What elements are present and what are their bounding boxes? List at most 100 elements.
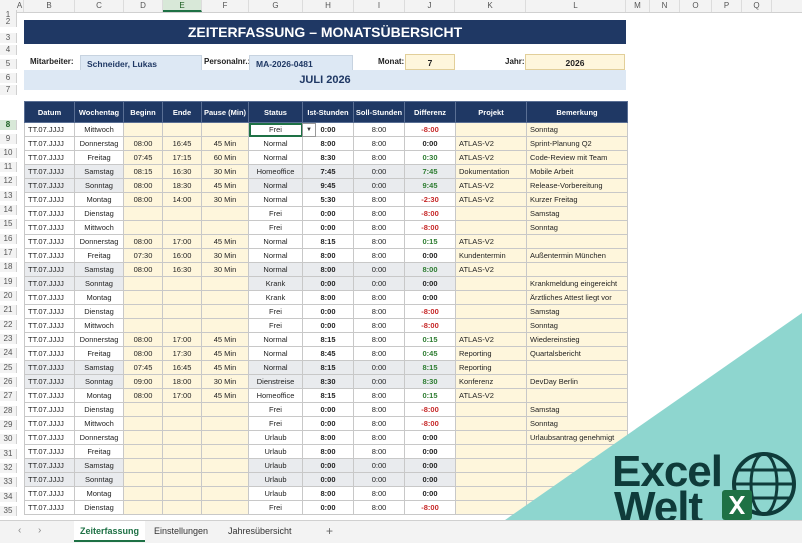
row-header-33[interactable]: 33 <box>0 477 17 487</box>
table-cell[interactable] <box>123 318 163 333</box>
table-cell[interactable]: 8:00 <box>353 234 405 249</box>
table-cell[interactable]: ATLAS-V2 <box>455 262 527 277</box>
row-header-18[interactable]: 18 <box>0 262 17 272</box>
table-cell[interactable]: 0:15 <box>404 234 456 249</box>
table-cell[interactable]: ATLAS-V2 <box>455 192 527 207</box>
table-cell[interactable]: -8:00 <box>404 416 456 431</box>
table-cell[interactable] <box>526 234 628 249</box>
table-cell[interactable]: Homeoffice <box>248 388 303 403</box>
table-cell[interactable]: Sprint-Planung Q2 <box>526 136 628 151</box>
column-header-d[interactable]: D <box>124 0 163 12</box>
table-cell[interactable]: Freitag <box>74 444 124 459</box>
table-cell[interactable]: 16:30 <box>162 262 202 277</box>
table-cell[interactable]: Urlaub <box>248 472 303 487</box>
table-cell[interactable]: 30 Min <box>201 262 249 277</box>
table-cell[interactable] <box>162 458 202 473</box>
table-cell[interactable]: -8:00 <box>404 500 456 515</box>
table-cell[interactable]: Samstag <box>74 164 124 179</box>
table-cell[interactable]: 8:00 <box>302 248 354 263</box>
table-cell[interactable]: ATLAS-V2 <box>455 150 527 165</box>
table-cell[interactable]: 08:00 <box>123 178 163 193</box>
table-cell[interactable] <box>123 416 163 431</box>
table-cell[interactable]: 8:30 <box>404 374 456 389</box>
table-cell[interactable]: 8:00 <box>353 150 405 165</box>
table-cell[interactable]: TT.07.JJJJ <box>24 262 75 277</box>
row-header-14[interactable]: 14 <box>0 205 17 215</box>
table-cell[interactable]: 8:00 <box>353 304 405 319</box>
row-header-23[interactable]: 23 <box>0 334 17 344</box>
column-header-c[interactable]: C <box>75 0 124 12</box>
table-cell[interactable]: 0:00 <box>302 416 354 431</box>
table-cell[interactable]: Frei <box>248 220 303 235</box>
table-cell[interactable]: Dienstag <box>74 206 124 221</box>
table-cell[interactable]: 8:00 <box>353 122 405 137</box>
table-cell[interactable]: Montag <box>74 192 124 207</box>
table-cell[interactable]: Normal <box>248 360 303 375</box>
table-cell[interactable]: Montag <box>74 486 124 501</box>
table-cell[interactable] <box>123 458 163 473</box>
table-cell[interactable]: -8:00 <box>404 206 456 221</box>
table-cell[interactable] <box>162 122 202 137</box>
table-cell[interactable] <box>123 220 163 235</box>
table-cell[interactable]: 0:15 <box>404 388 456 403</box>
table-cell[interactable]: 16:45 <box>162 360 202 375</box>
column-header-i[interactable]: I <box>354 0 405 12</box>
table-cell[interactable]: 0:00 <box>302 458 354 473</box>
table-cell[interactable]: Normal <box>248 346 303 361</box>
row-header-4[interactable]: 4 <box>0 45 17 55</box>
table-cell[interactable]: 0:00 <box>404 290 456 305</box>
table-cell[interactable]: 8:45 <box>302 346 354 361</box>
table-cell[interactable]: 8:15 <box>404 360 456 375</box>
table-cell[interactable]: Frei <box>248 402 303 417</box>
table-cell[interactable]: 8:00 <box>302 430 354 445</box>
table-cell[interactable]: 8:00 <box>353 402 405 417</box>
table-cell[interactable]: TT.07.JJJJ <box>24 444 75 459</box>
table-cell[interactable]: 8:00 <box>353 206 405 221</box>
table-cell[interactable]: TT.07.JJJJ <box>24 192 75 207</box>
table-cell[interactable] <box>201 458 249 473</box>
table-cell[interactable]: TT.07.JJJJ <box>24 136 75 151</box>
table-cell[interactable]: Dienstreise <box>248 374 303 389</box>
table-cell[interactable]: 18:00 <box>162 374 202 389</box>
table-cell[interactable]: 8:00 <box>302 444 354 459</box>
table-cell[interactable]: Donnerstag <box>74 430 124 445</box>
table-cell[interactable]: Montag <box>74 290 124 305</box>
table-cell[interactable] <box>162 318 202 333</box>
column-header-b[interactable]: B <box>24 0 75 12</box>
table-cell[interactable] <box>526 262 628 277</box>
table-cell[interactable]: Normal <box>248 234 303 249</box>
table-cell[interactable]: 8:15 <box>302 388 354 403</box>
table-cell[interactable]: TT.07.JJJJ <box>24 374 75 389</box>
table-cell[interactable]: TT.07.JJJJ <box>24 304 75 319</box>
row-header-20[interactable]: 20 <box>0 291 17 301</box>
table-cell[interactable]: ATLAS-V2 <box>455 234 527 249</box>
row-header-10[interactable]: 10 <box>0 148 17 158</box>
table-cell[interactable]: Außentermin München <box>526 248 628 263</box>
table-cell[interactable]: 8:00 <box>353 136 405 151</box>
table-cell[interactable]: 08:00 <box>123 262 163 277</box>
table-cell[interactable]: 0:00 <box>404 472 456 487</box>
table-cell[interactable] <box>201 304 249 319</box>
table-cell[interactable] <box>162 276 202 291</box>
table-cell[interactable]: TT.07.JJJJ <box>24 458 75 473</box>
table-cell[interactable]: Frei <box>248 500 303 515</box>
table-cell[interactable] <box>123 122 163 137</box>
table-cell[interactable]: 0:00 <box>353 472 405 487</box>
table-cell[interactable] <box>123 276 163 291</box>
table-cell[interactable]: 0:00 <box>404 276 456 291</box>
table-cell[interactable] <box>162 206 202 221</box>
table-cell[interactable] <box>123 472 163 487</box>
mitarbeiter-field[interactable]: Schneider, Lukas <box>80 55 202 71</box>
table-cell[interactable]: 8:00 <box>353 248 405 263</box>
table-cell[interactable]: Frei ▼ <box>248 122 316 137</box>
table-cell[interactable]: 8:30 <box>302 374 354 389</box>
table-cell[interactable] <box>123 430 163 445</box>
table-cell[interactable]: TT.07.JJJJ <box>24 178 75 193</box>
table-cell[interactable]: 8:00 <box>353 332 405 347</box>
table-cell[interactable]: 8:00 <box>353 416 405 431</box>
table-cell[interactable]: Urlaub <box>248 458 303 473</box>
row-header-7[interactable]: 7 <box>0 85 17 95</box>
table-cell[interactable]: 0:00 <box>353 262 405 277</box>
table-cell[interactable]: 0:00 <box>353 178 405 193</box>
tab-zeiterfassung[interactable]: Zeiterfassung <box>74 521 146 542</box>
